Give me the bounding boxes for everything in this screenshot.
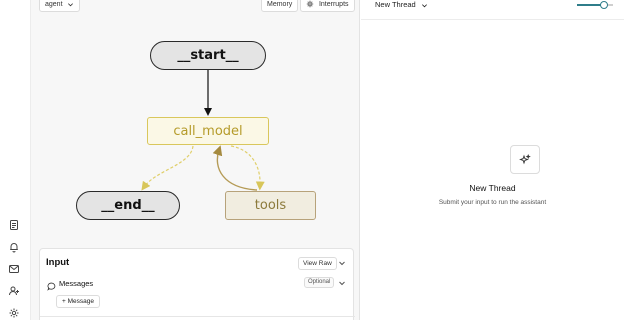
thread-header: New Thread <box>361 0 624 20</box>
empty-state-icon-box <box>510 145 540 174</box>
bell-icon[interactable] <box>8 241 20 253</box>
node-call-model-label: call_model <box>173 123 243 139</box>
user-add-icon[interactable] <box>8 285 20 297</box>
edge-call-model-to-end <box>141 145 194 191</box>
sparkle-icon <box>519 153 531 164</box>
thread-slider[interactable] <box>577 1 613 9</box>
thread-panel: New Thread New Thread <box>361 0 624 320</box>
chevron-down-icon[interactable] <box>338 279 346 287</box>
node-start-label: __start__ <box>177 48 239 63</box>
chevron-down-icon[interactable] <box>338 259 346 267</box>
input-title: Input <box>46 257 70 268</box>
messages-label: Messages <box>59 279 94 288</box>
mail-icon[interactable] <box>8 263 20 275</box>
node-tools-label: tools <box>254 198 287 213</box>
edge-call-model-to-tools <box>230 145 265 191</box>
chevron-down-icon <box>421 3 427 7</box>
document-icon[interactable] <box>8 219 20 231</box>
node-call-model[interactable]: call_model <box>147 117 269 145</box>
settings-icon[interactable] <box>8 307 20 319</box>
add-message-button[interactable]: + Message <box>56 295 100 308</box>
app-root: agent Memory Interrupts __start__ call_m… <box>0 0 624 320</box>
divider <box>40 316 355 317</box>
thread-select-label: New Thread <box>375 0 416 9</box>
node-start[interactable]: __start__ <box>150 41 266 70</box>
slider-thumb[interactable] <box>600 1 608 9</box>
message-bubble-icon <box>47 278 56 291</box>
sidebar-rail <box>0 0 31 320</box>
input-panel: Input View Raw Messages Optional + Messa… <box>39 248 355 320</box>
node-end-label: __end__ <box>101 198 155 213</box>
empty-state-title: New Thread <box>469 183 516 193</box>
optional-badge: Optional <box>304 277 335 288</box>
node-tools[interactable]: tools <box>225 191 316 220</box>
node-end[interactable]: __end__ <box>76 191 180 220</box>
empty-state-subtitle: Submit your input to run the assistant <box>438 199 547 206</box>
thread-select[interactable]: New Thread <box>375 0 428 9</box>
view-raw-button[interactable]: View Raw <box>298 257 337 270</box>
